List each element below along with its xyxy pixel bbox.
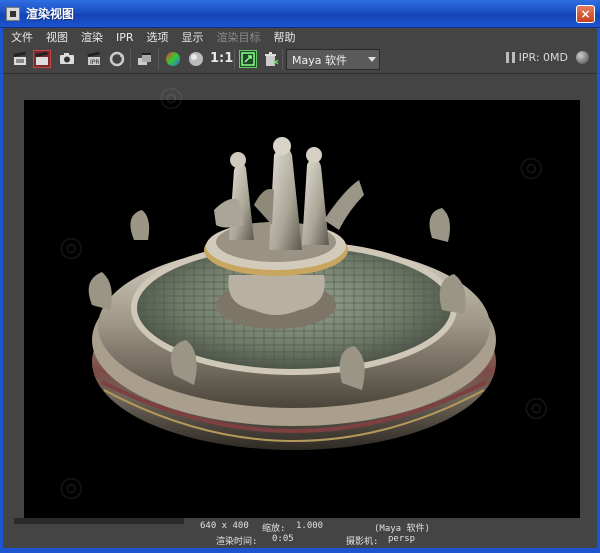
clapboard-icon[interactable] — [11, 50, 29, 68]
menu-render-target[interactable]: 渲染目标 — [217, 29, 261, 45]
ipr-clapboard-icon[interactable]: IPR — [85, 50, 103, 68]
remove-image-icon[interactable] — [262, 50, 280, 68]
renderer-dropdown-value: Maya 软件 — [292, 53, 347, 67]
camera-value: persp — [388, 534, 416, 544]
snapshot-icon[interactable] — [58, 50, 76, 68]
alpha-channel-icon[interactable] — [187, 50, 205, 68]
menu-help[interactable]: 帮助 — [274, 29, 296, 45]
toolbar-separator — [158, 49, 159, 70]
rgb-channels-icon[interactable] — [164, 50, 182, 68]
toolbar-separator — [282, 49, 283, 70]
menu-render[interactable]: 渲染 — [81, 29, 103, 45]
menu-bar: 文件 视图 渲染 IPR 选项 显示 渲染目标 帮助 — [3, 28, 597, 46]
close-button[interactable]: × — [576, 5, 595, 23]
camera-label: 摄影机: — [346, 537, 379, 547]
render-sequence-icon[interactable] — [136, 50, 154, 68]
ipr-sphere-icon — [576, 51, 589, 64]
renderer-note: (Maya 软件) — [374, 524, 430, 534]
menu-ipr[interactable]: IPR — [116, 31, 134, 44]
ipr-memory-label: IPR: 0MD — [518, 51, 568, 64]
menu-file[interactable]: 文件 — [11, 29, 33, 45]
render-progress-track — [14, 518, 184, 524]
window-bottom-border — [0, 548, 600, 553]
render-resolution: 640 x 400 — [200, 521, 249, 531]
render-time-value: 0:05 — [272, 534, 294, 544]
chevron-down-icon — [368, 57, 376, 62]
real-size-button[interactable]: 1:1 — [210, 51, 233, 66]
svg-text:IPR: IPR — [90, 59, 100, 66]
menu-view[interactable]: 视图 — [46, 29, 68, 45]
toolbar-separator — [234, 49, 235, 70]
toolbar-separator — [130, 49, 131, 70]
render-toolbar: IPR 1:1 Maya 软件 IPR: 0MD — [3, 46, 597, 74]
renderer-dropdown[interactable]: Maya 软件 — [286, 49, 380, 70]
rendered-image — [24, 100, 580, 518]
zoom-label: 缩放: — [262, 524, 286, 534]
window-title: 渲染视图 — [26, 7, 75, 21]
zoom-value: 1.000 — [296, 521, 324, 531]
menu-display[interactable]: 显示 — [182, 29, 204, 45]
clapboard-region-icon[interactable] — [33, 50, 51, 68]
render-time-label: 渲染时间: — [216, 537, 258, 547]
menu-options[interactable]: 选项 — [147, 29, 169, 45]
window-titlebar[interactable]: 渲染视图 × — [0, 0, 600, 28]
pause-icon[interactable] — [505, 52, 515, 63]
ipr-status: IPR: 0MD — [505, 51, 589, 64]
maya-window-icon — [6, 6, 20, 21]
keep-image-icon[interactable] — [239, 50, 257, 68]
fountain-render — [88, 137, 496, 450]
refresh-icon[interactable] — [108, 50, 126, 68]
